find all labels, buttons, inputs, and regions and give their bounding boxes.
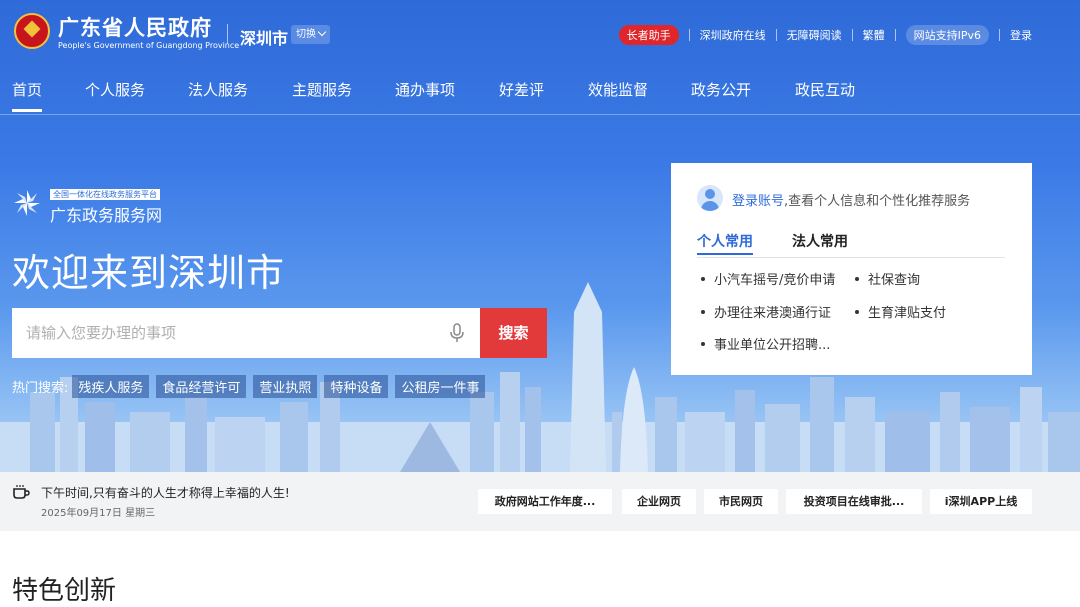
login-link[interactable]: 登录 <box>1010 27 1032 43</box>
accessible-reading-link[interactable]: 无障碍阅读 <box>787 27 842 43</box>
search-input[interactable] <box>12 308 446 358</box>
city-switch-label: 切换 <box>296 29 316 40</box>
platform-logo-icon <box>14 190 40 216</box>
hot-tag-food-license[interactable]: 食品经营许可 <box>156 375 247 398</box>
link-separator <box>775 29 777 41</box>
platform-tag: 全国一体化在线政务服务平台 <box>50 189 160 200</box>
site-title[interactable]: 广东省人民政府 <box>58 12 212 42</box>
hot-tag-business-license[interactable]: 营业执照 <box>253 375 318 398</box>
ipv6-badge[interactable]: 网站支持IPv6 <box>905 25 989 45</box>
panel-tabs: 个人常用 法人常用 <box>697 231 1005 258</box>
hot-searches: 热门搜索: 残疾人服务 食品经营许可 营业执照 特种设备 公租房一件事 <box>12 375 492 398</box>
service-link-car-lottery[interactable]: 小汽车摇号/竞价申请 <box>701 269 835 288</box>
login-prompt-text: ,查看个人信息和个性化推荐服务 <box>784 194 971 209</box>
login-prompt: 登录账号,查看个人信息和个性化推荐服务 <box>732 190 970 209</box>
user-avatar-icon <box>697 185 723 211</box>
nav-item-interaction[interactable]: 政民互动 <box>795 79 855 100</box>
tea-cup-icon <box>13 485 30 499</box>
current-city: 深圳市 <box>240 29 289 48</box>
city-switch-button[interactable]: 切换 <box>291 25 330 44</box>
info-strip: 下午时间,只有奋斗的人生才称得上幸福的人生! 2025年09月17日 星期三 政… <box>0 472 1080 531</box>
link-separator <box>894 29 896 41</box>
hot-search-label: 热门搜索: <box>12 381 69 396</box>
national-emblem-icon <box>14 13 50 49</box>
welcome-heading: 欢迎来到深圳市 <box>12 251 286 295</box>
link-separator <box>688 29 690 41</box>
search-button[interactable]: 搜索 <box>480 308 547 358</box>
quick-link-citizen[interactable]: 市民网页 <box>704 489 778 514</box>
panel-login-link[interactable]: 登录账号 <box>732 194 784 209</box>
header-divider <box>227 24 228 44</box>
shenzhen-gov-online-link[interactable]: 深圳政府在线 <box>700 27 766 43</box>
service-link-hk-macau-permit[interactable]: 办理往来港澳通行证 <box>701 302 831 321</box>
service-link-public-recruitment[interactable]: 事业单位公开招聘... <box>701 334 830 353</box>
quick-link-enterprise[interactable]: 企业网页 <box>622 489 696 514</box>
link-separator <box>851 29 853 41</box>
chevron-down-icon <box>317 27 327 37</box>
tab-corporate-common[interactable]: 法人常用 <box>792 231 848 251</box>
quick-link-annual-report[interactable]: 政府网站工作年度... <box>478 489 612 514</box>
nav-item-supervision[interactable]: 效能监督 <box>588 79 648 100</box>
service-link-social-security[interactable]: 社保查询 <box>855 269 920 288</box>
service-link-maternity-allowance[interactable]: 生育津贴支付 <box>855 302 946 321</box>
top-links: 长者助手 深圳政府在线 无障碍阅读 繁體 网站支持IPv6 登录 <box>618 25 1032 45</box>
hot-tag-disabled-service[interactable]: 残疾人服务 <box>72 375 150 398</box>
current-date: 2025年09月17日 星期三 <box>41 508 156 519</box>
user-service-panel: 登录账号,查看个人信息和个性化推荐服务 个人常用 法人常用 小汽车摇号/竞价申请… <box>671 163 1032 375</box>
hot-tag-special-equipment[interactable]: 特种设备 <box>324 375 389 398</box>
nav-item-home[interactable]: 首页 <box>12 79 43 112</box>
nav-item-disclosure[interactable]: 政务公开 <box>691 79 751 100</box>
platform-name[interactable]: 广东政务服务网 <box>50 202 162 226</box>
elder-assistant-button[interactable]: 长者助手 <box>618 25 679 45</box>
nav-item-rating[interactable]: 好差评 <box>499 79 544 100</box>
daily-motto: 下午时间,只有奋斗的人生才称得上幸福的人生! <box>41 486 290 500</box>
search-box <box>12 308 480 358</box>
top-bar: 广东省人民政府 People's Government of Guangdong… <box>0 0 1080 66</box>
hero-banner: 广东省人民政府 People's Government of Guangdong… <box>0 0 1080 472</box>
nav-item-theme[interactable]: 主题服务 <box>292 79 352 100</box>
link-separator <box>999 29 1000 41</box>
nav-item-universal[interactable]: 通办事项 <box>395 79 455 100</box>
quick-link-ishenzhen-app[interactable]: i深圳APP上线 <box>930 489 1032 514</box>
quick-link-investment-approval[interactable]: 投资项目在线审批... <box>786 489 922 514</box>
nav-item-personal[interactable]: 个人服务 <box>85 79 145 100</box>
tab-personal-common[interactable]: 个人常用 <box>697 231 753 255</box>
nav-item-corporate[interactable]: 法人服务 <box>188 79 248 100</box>
main-nav: 首页 个人服务 法人服务 主题服务 通办事项 好差评 效能监督 政务公开 政民互… <box>0 66 1080 115</box>
site-subtitle: People's Government of Guangdong Provinc… <box>58 41 240 50</box>
microphone-icon[interactable] <box>446 322 468 344</box>
hot-tag-public-housing[interactable]: 公租房一件事 <box>395 375 486 398</box>
section-title: 特色创新 <box>12 576 117 606</box>
traditional-chinese-link[interactable]: 繁體 <box>863 27 885 43</box>
